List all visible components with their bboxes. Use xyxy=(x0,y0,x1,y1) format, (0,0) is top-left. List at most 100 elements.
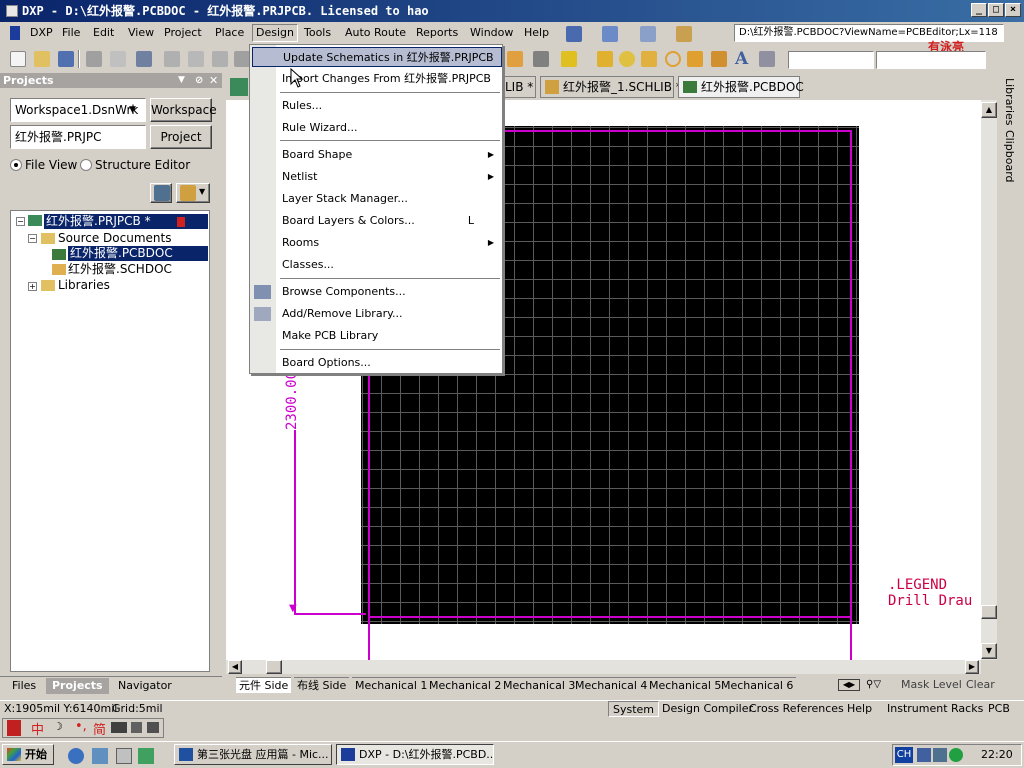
maximize-button[interactable]: □ xyxy=(988,3,1004,17)
layer-tab-mechanical-6[interactable]: Mechanical 6 xyxy=(718,677,797,693)
polygon-icon[interactable] xyxy=(711,51,727,67)
open-icon[interactable] xyxy=(34,51,50,67)
menu-help[interactable]: Help xyxy=(524,26,549,39)
scroll-thumb[interactable] xyxy=(981,605,997,619)
half-width-icon[interactable]: ☽ xyxy=(53,720,63,733)
options-button[interactable]: ▼ xyxy=(176,183,210,203)
new-icon[interactable] xyxy=(10,51,26,67)
structure-editor-radio[interactable] xyxy=(80,159,92,171)
layers-icon[interactable] xyxy=(136,51,152,67)
tree-item-libraries[interactable]: Libraries xyxy=(58,278,110,293)
expand-icon[interactable]: + xyxy=(28,282,37,291)
workspace-select[interactable]: Workspace1.DsnWrk ▼ xyxy=(10,98,146,122)
tab-navigator[interactable]: Navigator xyxy=(118,678,172,694)
filter-icon[interactable]: ⚲▽ xyxy=(866,679,896,691)
filter-dropdown[interactable] xyxy=(876,51,986,69)
print-preview-icon[interactable] xyxy=(110,51,126,67)
menu-item-board-layers-colors[interactable]: Board Layers & Colors... L xyxy=(276,211,502,231)
menu-edit[interactable]: Edit xyxy=(93,26,114,39)
help-icon[interactable] xyxy=(561,51,577,67)
design-compiler-button[interactable]: Design Compiler xyxy=(662,701,753,717)
help-button[interactable]: Help xyxy=(847,701,872,717)
menu-dxp[interactable]: DXP xyxy=(30,26,53,39)
ie-icon[interactable] xyxy=(68,748,84,764)
project-field[interactable]: 红外报警.PRJPC xyxy=(10,125,146,149)
tab-files[interactable]: Files xyxy=(12,678,36,694)
print-icon[interactable] xyxy=(86,51,102,67)
menu-view[interactable]: View xyxy=(128,26,154,39)
tree-item-schdoc[interactable]: 红外报警.SCHDOC xyxy=(68,262,186,277)
menu-window[interactable]: Window xyxy=(470,26,513,39)
menu-item-board-options[interactable]: Board Options... xyxy=(276,353,502,373)
string-icon[interactable]: A xyxy=(735,49,748,69)
layer-tab-mechanical-1[interactable]: Mechanical 1 xyxy=(352,677,431,693)
menu-place[interactable]: Place xyxy=(215,26,244,39)
menu-item-rules[interactable]: Rules... xyxy=(276,96,502,116)
save-icon[interactable] xyxy=(58,51,74,67)
project-button[interactable]: Project xyxy=(150,125,212,149)
volume-icon[interactable] xyxy=(933,748,947,762)
scroll-down-icon[interactable]: ▼ xyxy=(981,643,997,659)
mask-level-button[interactable]: Mask Level xyxy=(901,678,962,691)
menu-item-browse-components[interactable]: Browse Components... xyxy=(276,282,502,302)
close-icon[interactable]: ✕ xyxy=(209,73,218,88)
layer-dropdown[interactable] xyxy=(788,51,874,69)
scroll-thumb[interactable] xyxy=(266,660,282,674)
zoom-fit-icon[interactable] xyxy=(164,51,180,67)
cross-probe-icon[interactable] xyxy=(507,51,523,67)
tree-item-source-documents[interactable]: Source Documents xyxy=(58,231,171,246)
media-icon[interactable] xyxy=(138,748,154,764)
pcb-button[interactable]: PCB xyxy=(988,701,1010,717)
scroll-right-icon[interactable]: ▶ xyxy=(965,660,979,674)
menu-item-rooms[interactable]: Rooms ▶ xyxy=(276,233,502,253)
menu-project[interactable]: Project xyxy=(164,26,202,39)
instrument-racks-button[interactable]: Instrument Racks xyxy=(887,701,983,717)
wiring-icon[interactable] xyxy=(566,26,582,42)
align-icon[interactable] xyxy=(602,26,618,42)
fill-icon[interactable] xyxy=(687,51,703,67)
menu-item-make-pcb-library[interactable]: Make PCB Library xyxy=(276,326,502,346)
coordinate-icon[interactable] xyxy=(759,51,775,67)
cross-references-button[interactable]: Cross References xyxy=(749,701,844,717)
scroll-up-icon[interactable]: ▲ xyxy=(981,102,997,118)
menu-tools[interactable]: Tools xyxy=(304,26,331,39)
menu-reports[interactable]: Reports xyxy=(416,26,458,39)
workspace-button[interactable]: Workspace xyxy=(150,98,217,122)
tree-item-pcbdoc[interactable]: 红外报警.PCBDOC xyxy=(68,246,208,261)
tab-lib[interactable]: LIB * xyxy=(499,76,536,98)
file-view-radio[interactable] xyxy=(10,159,22,171)
compile-button[interactable] xyxy=(150,183,172,203)
zoom-area-icon[interactable] xyxy=(188,51,204,67)
select-icon[interactable] xyxy=(640,26,656,42)
home-icon[interactable] xyxy=(230,78,248,96)
chevron-down-icon[interactable]: ▼ xyxy=(129,99,136,121)
start-button[interactable]: 开始 xyxy=(2,744,54,765)
minimize-button[interactable]: _ xyxy=(971,3,987,17)
via-icon[interactable] xyxy=(641,51,657,67)
zoom-selected-icon[interactable] xyxy=(234,51,250,67)
menu-item-import-changes[interactable]: Import Changes From 红外报警.PRJPCB xyxy=(276,69,502,89)
layer-scroll-icon[interactable]: ◀▶ xyxy=(838,679,860,691)
zoom-icon[interactable] xyxy=(212,51,228,67)
tab-projects[interactable]: Projects xyxy=(46,678,109,694)
collapse-icon[interactable]: − xyxy=(28,234,37,243)
desktop-icon[interactable] xyxy=(116,748,132,764)
language-indicator[interactable]: CH xyxy=(895,747,913,763)
layer-tab-top-side[interactable]: 元件 Side xyxy=(236,677,292,693)
component-icon[interactable] xyxy=(533,51,549,67)
menu-item-classes[interactable]: Classes... xyxy=(276,255,502,275)
collapse-icon[interactable]: − xyxy=(16,217,25,226)
taskbar-dxp[interactable]: DXP - D:\红外报警.PCBD... xyxy=(336,744,494,765)
close-button[interactable]: × xyxy=(1005,3,1021,17)
layer-tab-mechanical-3[interactable]: Mechanical 3 xyxy=(500,677,579,693)
menu-design[interactable]: Design xyxy=(252,24,298,42)
clipboard-tab[interactable]: Clipboard xyxy=(1003,130,1016,183)
keyboard-icon[interactable] xyxy=(111,722,127,733)
tray-app-icon[interactable] xyxy=(949,748,963,762)
ime-menu-icon[interactable] xyxy=(131,722,142,733)
pin-icon[interactable]: ⊘ xyxy=(195,73,203,88)
menu-item-add-remove-library[interactable]: Add/Remove Library... xyxy=(276,304,502,324)
simplified-label[interactable]: 简 xyxy=(93,719,106,738)
clear-button[interactable]: Clear xyxy=(966,678,995,691)
project-tree[interactable]: − 红外报警.PRJPCB * − Source Documents 红外报警.… xyxy=(10,210,210,672)
